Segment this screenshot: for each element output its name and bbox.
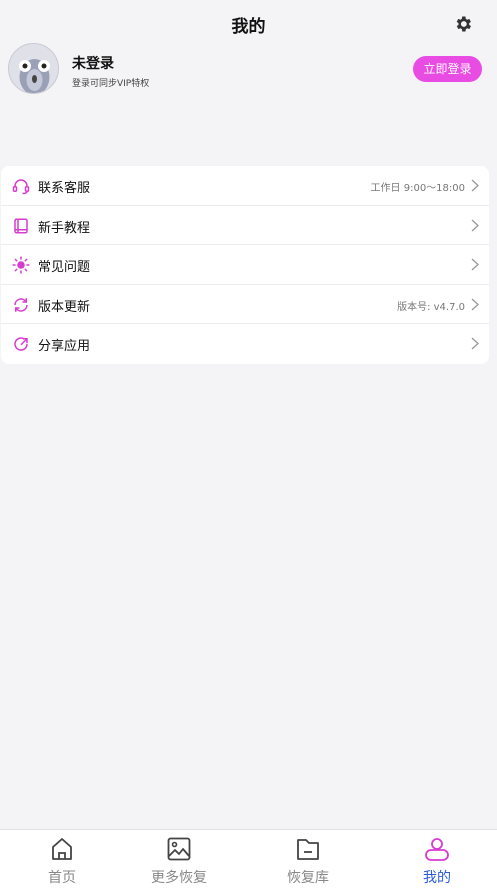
nav-tab-label: 首页 [48, 870, 76, 886]
user-subtitle: 登录可同步VIP特权 [72, 79, 150, 89]
home-icon [52, 838, 72, 860]
gear-icon[interactable] [453, 14, 473, 34]
menu-item-version: 版本号: v4.7.0 [397, 301, 465, 313]
refresh-icon [14, 298, 28, 312]
chevron-right-icon [471, 179, 479, 192]
nav-tab-label: 我的 [423, 870, 451, 886]
menu-item-label: 分享应用 [38, 339, 91, 355]
chevron-right-icon [471, 337, 479, 350]
bulb-icon [12, 256, 30, 274]
person-icon [425, 838, 449, 861]
image-icon [167, 837, 191, 861]
nav-tab-mine[interactable]: 我的 [375, 830, 497, 889]
avatar[interactable] [8, 43, 59, 94]
menu-item-faq[interactable]: 常见问题 [1, 245, 489, 285]
share-icon [14, 337, 28, 352]
page-title: 我的 [231, 17, 266, 37]
menu-item-version-update[interactable]: 版本更新 版本号: v4.7.0 [1, 285, 489, 325]
owl-avatar-icon [19, 59, 50, 93]
chevron-right-icon [471, 219, 479, 232]
nav-tab-home[interactable]: 首页 [0, 830, 124, 889]
user-name: 未登录 [72, 56, 114, 72]
menu-item-label: 版本更新 [38, 299, 91, 315]
folder-icon [297, 839, 319, 860]
menu-list: 联系客服 工作日 9:00～18:00 新手教程 常见问题 版本更新 版本号: … [1, 166, 489, 364]
login-button[interactable]: 立即登录 [413, 56, 482, 82]
chevron-right-icon [471, 258, 479, 271]
nav-tab-label: 更多恢复 [151, 870, 207, 886]
headset-icon [12, 179, 30, 195]
profile-page: 我的 未登录 登录可同步VIP特权 立即登录 联系客服 工作日 9:00～18:… [0, 0, 497, 889]
chevron-right-icon [471, 298, 479, 311]
nav-tab-recovery-library[interactable]: 恢复库 [246, 830, 370, 889]
nav-tab-label: 恢复库 [287, 870, 329, 886]
bottom-nav: 首页 更多恢复 恢复库 我的 [0, 829, 497, 889]
menu-item-label: 新手教程 [38, 220, 91, 236]
book-icon [14, 218, 28, 234]
menu-item-tutorial[interactable]: 新手教程 [1, 206, 489, 246]
menu-item-hours: 工作日 9:00～18:00 [370, 183, 465, 194]
menu-item-label: 常见问题 [38, 260, 91, 276]
menu-item-share-app[interactable]: 分享应用 [1, 324, 489, 364]
nav-tab-more-recovery[interactable]: 更多恢复 [117, 830, 241, 889]
header: 我的 [0, 0, 497, 48]
menu-item-contact-support[interactable]: 联系客服 工作日 9:00～18:00 [1, 166, 489, 206]
menu-item-label: 联系客服 [38, 181, 91, 196]
